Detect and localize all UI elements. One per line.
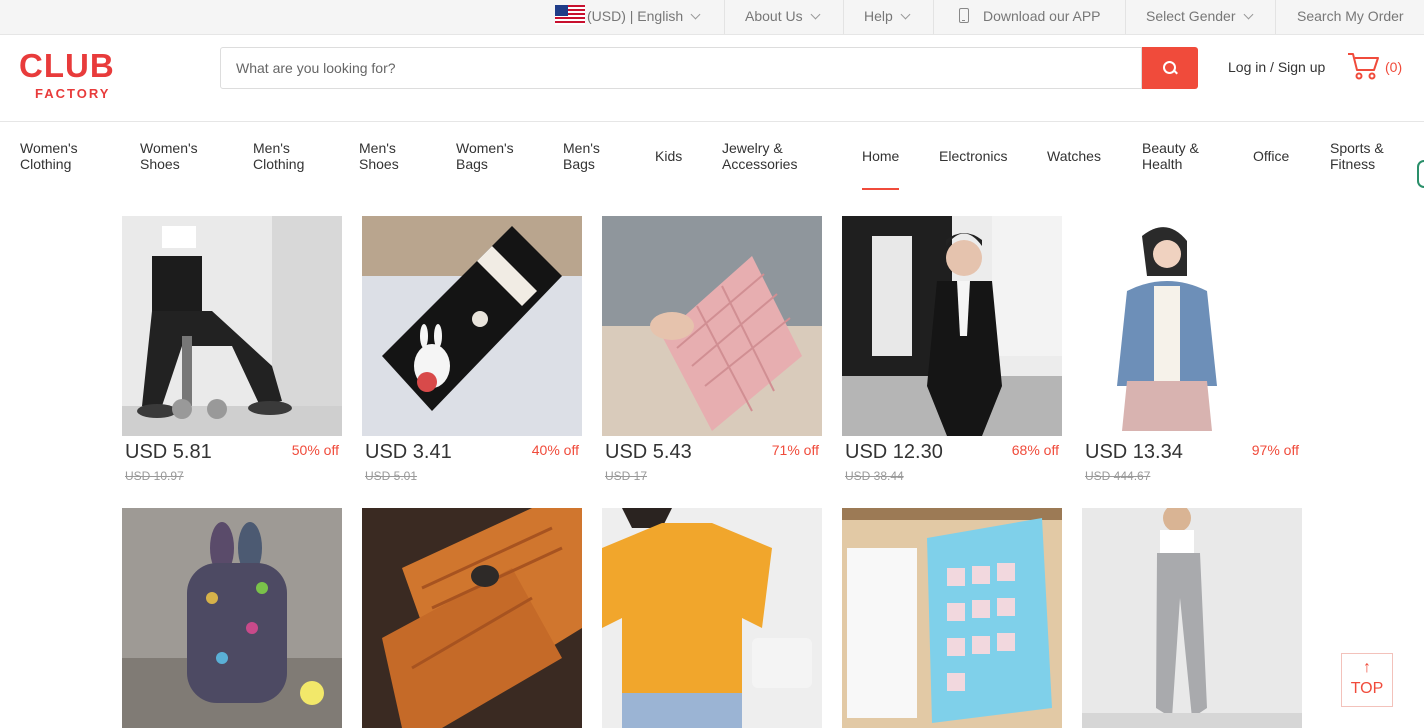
nav-sports-fitness[interactable]: Sports & Fitness (1330, 140, 1384, 172)
side-chat-icon[interactable] (1417, 160, 1424, 188)
divider (933, 0, 934, 34)
chevron-down-icon (810, 9, 821, 20)
logo-text-top: CLUB (19, 47, 115, 84)
nav-mens-shoes[interactable]: Men's Shoes (359, 140, 399, 172)
search-my-order-link[interactable]: Search My Order (1297, 0, 1404, 34)
product-discount: 50% off (291, 442, 339, 458)
hanging-organizer-photo-icon[interactable] (842, 508, 1062, 728)
about-us-label: About Us (745, 8, 803, 24)
cart-count[interactable]: (0) (1385, 59, 1402, 75)
active-tab-indicator (862, 188, 899, 190)
currency-language-label: (USD) | English (587, 8, 684, 24)
download-app-link[interactable]: Download our APP (959, 0, 1101, 34)
select-gender-label: Select Gender (1146, 8, 1236, 24)
login-signup-link[interactable]: Log in / Sign up (1228, 59, 1325, 75)
bunny-wallet-photo-icon[interactable] (362, 216, 582, 436)
nav-womens-clothing[interactable]: Women's Clothing (20, 140, 78, 172)
yellow-tshirt-photo-icon[interactable] (602, 508, 822, 728)
product-discount: 97% off (1251, 442, 1299, 458)
product-price: USD 3.41 (365, 441, 452, 463)
search-my-order-label: Search My Order (1297, 8, 1404, 24)
product-original-price: USD 10.97 (125, 469, 184, 483)
nav-beauty-health[interactable]: Beauty & Health (1142, 140, 1199, 172)
grey-trousers-photo-icon[interactable] (1082, 508, 1302, 728)
nav-electronics[interactable]: Electronics (939, 148, 1007, 164)
logo-text-bottom: FACTORY (35, 86, 111, 101)
product-original-price: USD 5.01 (365, 469, 418, 483)
divider (1125, 0, 1126, 34)
search-bar (220, 47, 1198, 89)
nav-jewelry-accessories[interactable]: Jewelry & Accessories (722, 140, 797, 172)
product-original-price: USD 38.44 (845, 469, 904, 483)
product-original-price: USD 444.67 (1085, 469, 1151, 483)
site-header: CLUB FACTORY Log in / Sign up (0) (0, 35, 1424, 122)
denim-jacket-photo-icon[interactable] (1082, 216, 1302, 436)
mens-blazer-photo-icon[interactable] (842, 216, 1062, 436)
product-price: USD 5.43 (605, 441, 692, 463)
product-discount: 71% off (771, 442, 819, 458)
sequin-backpack-photo-icon[interactable] (122, 508, 342, 728)
product-price: USD 5.81 (125, 441, 212, 463)
leggings-photo-icon[interactable] (122, 216, 342, 436)
product-discount: 40% off (531, 442, 579, 458)
product-price: USD 13.34 (1085, 441, 1183, 463)
search-input[interactable] (220, 47, 1142, 89)
nav-mens-bags[interactable]: Men's Bags (563, 140, 600, 172)
pink-wallet-photo-icon[interactable] (602, 216, 822, 436)
divider (724, 0, 725, 34)
help-menu[interactable]: Help (864, 0, 911, 34)
nav-womens-shoes[interactable]: Women's Shoes (140, 140, 198, 172)
chevron-down-icon (900, 9, 911, 20)
wood-phone-case-photo-icon[interactable] (362, 508, 582, 728)
us-flag-icon (555, 5, 585, 26)
nav-watches[interactable]: Watches (1047, 148, 1101, 164)
phone-icon (959, 7, 969, 23)
back-to-top-label: TOP (1350, 680, 1384, 697)
category-nav: Women's Clothing Women's Shoes Men's Clo… (0, 122, 1424, 194)
cart-icon[interactable] (1347, 51, 1381, 81)
club-factory-logo[interactable]: CLUB FACTORY (19, 49, 139, 105)
about-us-menu[interactable]: About Us (745, 0, 821, 34)
nav-home[interactable]: Home (862, 148, 899, 164)
chevron-down-icon (690, 9, 701, 20)
product-original-price: USD 17 (605, 469, 648, 483)
nav-mens-clothing[interactable]: Men's Clothing (253, 140, 304, 172)
divider (1275, 0, 1276, 34)
search-icon-handle (1173, 69, 1178, 75)
product-price: USD 12.30 (845, 441, 943, 463)
nav-office[interactable]: Office (1253, 148, 1289, 164)
back-to-top-button[interactable]: ↑ TOP (1341, 653, 1393, 707)
nav-womens-bags[interactable]: Women's Bags (456, 140, 514, 172)
product-discount: 68% off (1011, 442, 1059, 458)
nav-kids[interactable]: Kids (655, 148, 682, 164)
help-label: Help (864, 8, 893, 24)
arrow-up-icon: ↑ (1363, 659, 1371, 676)
download-app-label: Download our APP (983, 8, 1101, 24)
top-utility-bar: (USD) | English About Us Help Download o… (0, 0, 1424, 35)
select-gender-menu[interactable]: Select Gender (1146, 0, 1253, 34)
search-button[interactable] (1142, 47, 1198, 89)
divider (843, 0, 844, 34)
chevron-down-icon (1243, 9, 1253, 20)
currency-language-selector[interactable]: (USD) | English (555, 0, 701, 34)
